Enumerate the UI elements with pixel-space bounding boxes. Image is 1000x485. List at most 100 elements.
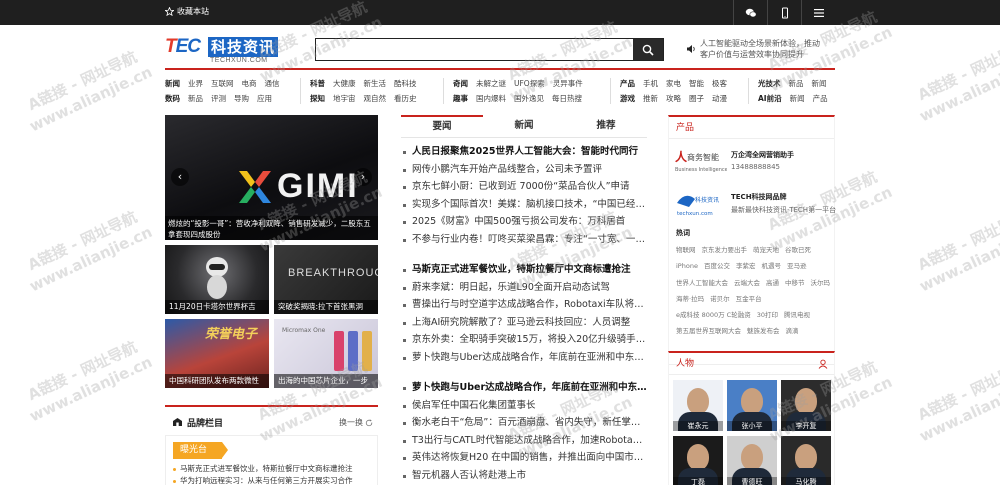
news-item[interactable]: 2025《财富》中国500强亏损公司发布：万科居首 bbox=[401, 213, 647, 231]
news-item[interactable]: 侯启军任中国石化集团董事长 bbox=[401, 397, 647, 415]
nav-link[interactable]: 圈子 bbox=[689, 91, 704, 106]
notice-ticker[interactable]: 人工智能驱动全场景新体验，推动 客户价值与运营效率协同提升 bbox=[686, 38, 836, 62]
hero-carousel[interactable]: GIMI ‹ › 燃炫的“投影一哥”：营收净利双降、销售研发减少，二股东五拿套现… bbox=[165, 115, 378, 240]
news-item[interactable]: 网传小鹏汽车开始产品线整合，公司未予置评 bbox=[401, 161, 647, 179]
nav-link[interactable]: 酷科技 bbox=[394, 76, 417, 91]
nav-link[interactable]: 业界 bbox=[188, 76, 203, 91]
nav-link[interactable]: 探知 bbox=[310, 91, 325, 106]
nav-link[interactable]: 游戏 bbox=[620, 91, 635, 106]
wechat-button[interactable] bbox=[733, 0, 767, 25]
nav-link[interactable]: 导购 bbox=[234, 91, 249, 106]
nav-link[interactable]: 动漫 bbox=[712, 91, 727, 106]
person-card[interactable]: 曹德旺 bbox=[727, 436, 777, 485]
brand-list-item[interactable]: 华为打响远程实习：从来与任何第三方开展实习合作 bbox=[173, 475, 373, 485]
nav-link[interactable]: 极客 bbox=[712, 76, 727, 91]
thumb-card[interactable]: Micromax One 出海的中国芯片企业，一步 bbox=[274, 319, 378, 388]
hero-caption[interactable]: 燃炫的“投影一哥”：营收净利双降、销售研发减少，二股东五拿套现四成股份 bbox=[165, 216, 378, 240]
hot-word-link[interactable]: 腾讯电视 bbox=[784, 307, 810, 323]
news-item[interactable]: 实现多个国际首次！美媒：脑机接口技术，“中国已经领先” bbox=[401, 196, 647, 214]
hot-word-link[interactable]: 第五届世界互联网大会 bbox=[676, 323, 741, 339]
hot-word-link[interactable]: 诺贝尔 bbox=[710, 291, 730, 307]
news-item[interactable]: 京东七鲜小厨：已收到近 7000份“菜品合伙人”申请 bbox=[401, 178, 647, 196]
mobile-button[interactable] bbox=[767, 0, 801, 25]
news-item[interactable]: 智元机器人否认将赴港上市 bbox=[401, 467, 647, 485]
person-card[interactable]: 马化腾 bbox=[781, 436, 831, 485]
nav-link[interactable]: 手机 bbox=[643, 76, 658, 91]
person-card[interactable]: 李开复 bbox=[781, 380, 831, 431]
nav-link[interactable]: UFO探索 bbox=[514, 76, 545, 91]
search-input[interactable] bbox=[316, 39, 634, 60]
hot-word-link[interactable]: 百度公交 bbox=[704, 258, 730, 274]
hot-word-link[interactable]: 亚马逊 bbox=[787, 258, 807, 274]
hot-word-link[interactable]: 中移节 bbox=[785, 275, 805, 291]
nav-link[interactable]: 产品 bbox=[620, 76, 635, 91]
favorite-link[interactable]: 收藏本站 bbox=[165, 6, 209, 17]
site-logo[interactable]: TEC 科技资讯 TECHXUN.COM bbox=[165, 36, 310, 68]
nav-link[interactable]: 新生活 bbox=[364, 76, 387, 91]
nav-link[interactable]: 应用 bbox=[257, 91, 272, 106]
hot-word-link[interactable]: e成科技 8000万 C轮融资 bbox=[676, 307, 751, 323]
news-item[interactable]: 英伟达将恢复H20 在中国的销售，并推出面向中国市场的新款芯片 bbox=[401, 449, 647, 467]
nav-link[interactable]: 推新 bbox=[643, 91, 658, 106]
hot-word-link[interactable]: 高通 bbox=[766, 275, 779, 291]
person-card[interactable]: 张小平 bbox=[727, 380, 777, 431]
news-item[interactable]: 衡水老白干“危局”：百元酒崩盘、省内失守，新任掌门能否力挽狂澜 bbox=[401, 414, 647, 432]
hot-word-link[interactable]: 萌宠天地 bbox=[753, 242, 779, 258]
nav-link[interactable]: 互联网 bbox=[211, 76, 234, 91]
nav-link[interactable]: 每日热搜 bbox=[552, 91, 582, 106]
news-item[interactable]: 马斯克正式进军餐饮业，特斯拉餐厅中文商标遭抢注 bbox=[401, 261, 647, 279]
nav-link[interactable]: 国外逸见 bbox=[514, 91, 544, 106]
exposure-tag[interactable]: 曝光台 bbox=[173, 442, 228, 459]
nav-link[interactable]: 新品 bbox=[188, 91, 203, 106]
nav-link[interactable]: 新闻 bbox=[165, 76, 180, 91]
product-item[interactable]: 科技资讯 techxun.com TECH科技网品牌 最新最快科技资讯·TECH… bbox=[675, 189, 836, 224]
hot-word-link[interactable]: 互金平台 bbox=[736, 291, 762, 307]
news-item[interactable]: 京东外卖：全职骑手突破15万，将投入20亿升级骑手权益 bbox=[401, 331, 647, 349]
nav-link[interactable]: 数码 bbox=[165, 91, 180, 106]
news-tab[interactable]: 推荐 bbox=[565, 115, 647, 137]
nav-link[interactable]: 攻略 bbox=[666, 91, 681, 106]
nav-link[interactable]: 电商 bbox=[242, 76, 257, 91]
news-tab[interactable]: 要闻 bbox=[401, 115, 483, 137]
hot-word-link[interactable]: 海蒂·拉玛 bbox=[676, 291, 704, 307]
hot-word-link[interactable]: 京东发力要出手 bbox=[702, 242, 748, 258]
news-item[interactable]: 不参与行业内卷！叮咚买菜梁昌霖：专注“一寸宽、一公里深” bbox=[401, 231, 647, 249]
hot-word-link[interactable]: iPhone bbox=[676, 258, 698, 274]
hot-word-link[interactable]: 云端大会 bbox=[734, 275, 760, 291]
nav-link[interactable]: 地宇宙 bbox=[333, 91, 356, 106]
news-item[interactable]: 萝卜快跑与Uber达成战略合作，年底前在亚洲和中东推出 bbox=[401, 349, 647, 367]
nav-link[interactable]: 通信 bbox=[265, 76, 280, 91]
person-card[interactable]: 崔永元 bbox=[673, 380, 723, 431]
news-item[interactable]: T3出行与CATL时代智能达成战略合作，加速Robotaxi落地 bbox=[401, 432, 647, 450]
hot-word-link[interactable]: 李紫宏 bbox=[736, 258, 756, 274]
nav-link[interactable]: 大健康 bbox=[333, 76, 356, 91]
thumb-card[interactable]: BREAKTHROUGH 突破奖揭晓:拉下首张黑洞 bbox=[274, 245, 378, 314]
nav-link[interactable]: 趣事 bbox=[453, 91, 468, 106]
hot-word-link[interactable]: 30打印 bbox=[757, 307, 778, 323]
nav-link[interactable]: 未解之谜 bbox=[476, 76, 506, 91]
hot-word-link[interactable]: 世界人工智能大会 bbox=[676, 275, 728, 291]
swap-button[interactable]: 换一换 bbox=[339, 417, 373, 428]
nav-link[interactable]: 光技术 bbox=[758, 76, 781, 91]
carousel-prev-button[interactable]: ‹ bbox=[171, 168, 189, 186]
person-card[interactable]: 丁磊 bbox=[673, 436, 723, 485]
nav-link[interactable]: 产品 bbox=[813, 91, 828, 106]
product-item[interactable]: 人 商务智能 Business Intelligence 万企湾全网营销助手 1… bbox=[675, 147, 835, 182]
search-button[interactable] bbox=[633, 39, 663, 60]
news-item[interactable]: 蔚来李斌：明日起，乐道L90全面开启动态试驾 bbox=[401, 279, 647, 297]
news-item[interactable]: 曹操出行与时空道宇达成战略合作，Robotaxi车队将迎来新动力 bbox=[401, 296, 647, 314]
menu-button[interactable] bbox=[801, 0, 835, 25]
nav-link[interactable]: 国内爆料 bbox=[476, 91, 506, 106]
nav-link[interactable]: 观自然 bbox=[364, 91, 387, 106]
hot-word-link[interactable]: 魅族发布会 bbox=[747, 323, 780, 339]
news-item[interactable]: 萝卜快跑与Uber达成战略合作，年底前在亚洲和中东推出 bbox=[401, 379, 647, 397]
news-item[interactable]: 人民日报聚焦2025世界人工智能大会：智能时代同行 bbox=[401, 143, 647, 161]
nav-link[interactable]: 看历史 bbox=[394, 91, 417, 106]
nav-link[interactable]: 智能 bbox=[689, 76, 704, 91]
nav-link[interactable]: 新品 bbox=[789, 76, 804, 91]
news-tab[interactable]: 新闻 bbox=[483, 115, 565, 137]
nav-link[interactable]: 评测 bbox=[211, 91, 226, 106]
brand-list-item[interactable]: 马斯克正式进军餐饮业，特斯拉餐厅中文商标遭抢注 bbox=[173, 463, 373, 475]
nav-link[interactable]: 奇闻 bbox=[453, 76, 468, 91]
hot-word-link[interactable]: 谷歌已死 bbox=[785, 242, 811, 258]
